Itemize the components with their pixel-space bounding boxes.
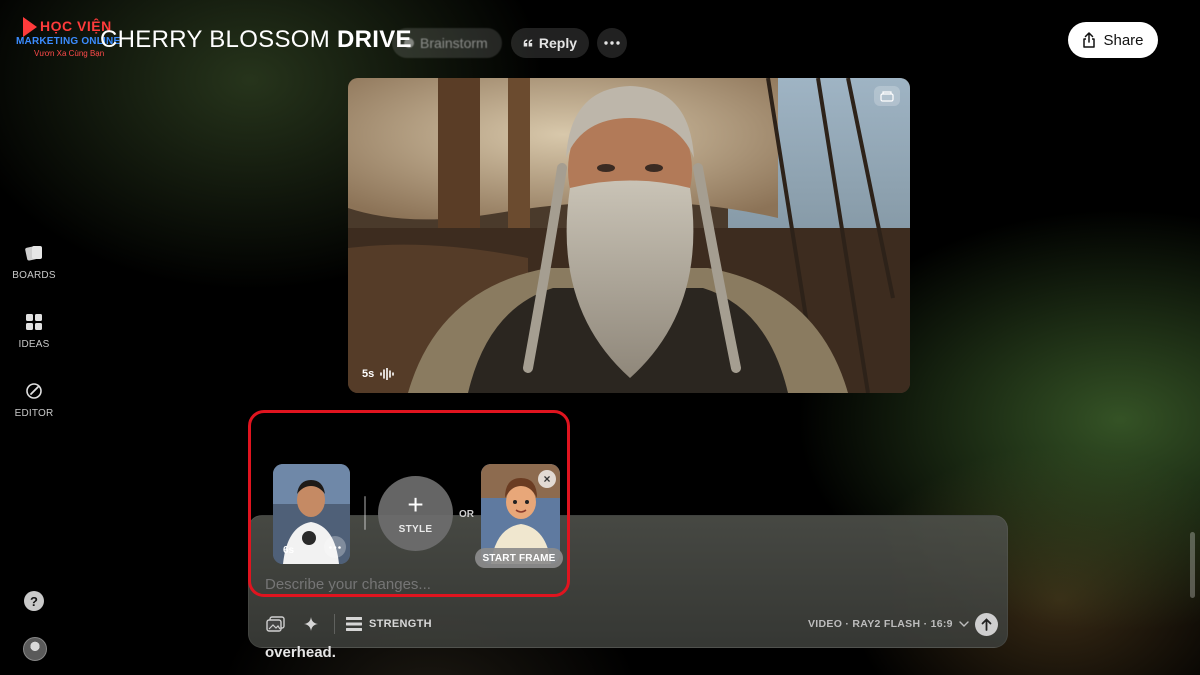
- prompt-input[interactable]: [265, 574, 565, 594]
- avatar[interactable]: [23, 637, 47, 661]
- editor-icon: [26, 383, 42, 399]
- brainstorm-label: Brainstorm: [420, 35, 488, 51]
- video-duration: 5s: [362, 368, 395, 380]
- share-icon: [1083, 32, 1096, 48]
- sidebar-item-label: EDITOR: [14, 408, 54, 419]
- sidebar-item-boards[interactable]: BOARDS: [0, 244, 68, 281]
- chevron-down-icon: [959, 621, 969, 627]
- video-duration-label: 5s: [362, 368, 375, 380]
- sidebar-item-editor[interactable]: EDITOR: [0, 382, 68, 419]
- boards-icon: [25, 246, 42, 261]
- more-options-button[interactable]: [597, 28, 627, 58]
- highlight-annotation: [248, 410, 570, 597]
- audio-waveform-icon: [380, 368, 395, 380]
- send-button[interactable]: [975, 613, 998, 636]
- toolbar-divider: [334, 614, 335, 634]
- scrollbar-thumb[interactable]: [1190, 532, 1195, 598]
- video-options-button[interactable]: [874, 86, 900, 106]
- brand-tagline: Vươn Xa Cùng Bạn: [34, 49, 105, 58]
- enhance-button[interactable]: [300, 614, 322, 634]
- quote-icon: [523, 39, 533, 47]
- video-frame-image: [348, 78, 910, 393]
- attach-image-button[interactable]: [265, 614, 287, 634]
- brainstorm-button[interactable]: Brainstorm: [392, 28, 502, 58]
- sidebar-item-label: IDEAS: [18, 339, 50, 350]
- frame-icon: [880, 90, 894, 102]
- ideas-grid-icon: [26, 314, 42, 330]
- model-selector[interactable]: VIDEO · RAY2 FLASH · 16:9: [808, 615, 969, 633]
- page-title-light: CHERRY BLOSSOM: [100, 26, 331, 53]
- share-button[interactable]: Share: [1068, 22, 1158, 58]
- sparkle-icon: [304, 617, 318, 631]
- strength-bars-icon: [346, 617, 362, 631]
- page-title: CHERRY BLOSSOM DRIVE: [100, 26, 412, 54]
- image-stack-icon: [266, 616, 285, 632]
- model-selector-label: VIDEO · RAY2 FLASH · 16:9: [808, 618, 953, 630]
- arrow-up-icon: [981, 618, 992, 631]
- video-preview[interactable]: 5s: [348, 78, 910, 393]
- strength-label: STRENGTH: [369, 618, 432, 630]
- brainstorm-icon: [404, 38, 414, 48]
- reply-label: Reply: [538, 35, 577, 51]
- sidebar-item-ideas[interactable]: IDEAS: [0, 313, 68, 350]
- reply-button[interactable]: Reply: [511, 28, 589, 58]
- strength-button[interactable]: STRENGTH: [346, 613, 432, 635]
- more-horizontal-icon: [604, 41, 620, 45]
- share-label: Share: [1103, 31, 1144, 49]
- sidebar-item-label: BOARDS: [12, 270, 56, 281]
- brand-play-icon: [23, 17, 37, 37]
- help-button[interactable]: ?: [24, 591, 44, 611]
- message-text-fragment: overhead.: [265, 644, 336, 661]
